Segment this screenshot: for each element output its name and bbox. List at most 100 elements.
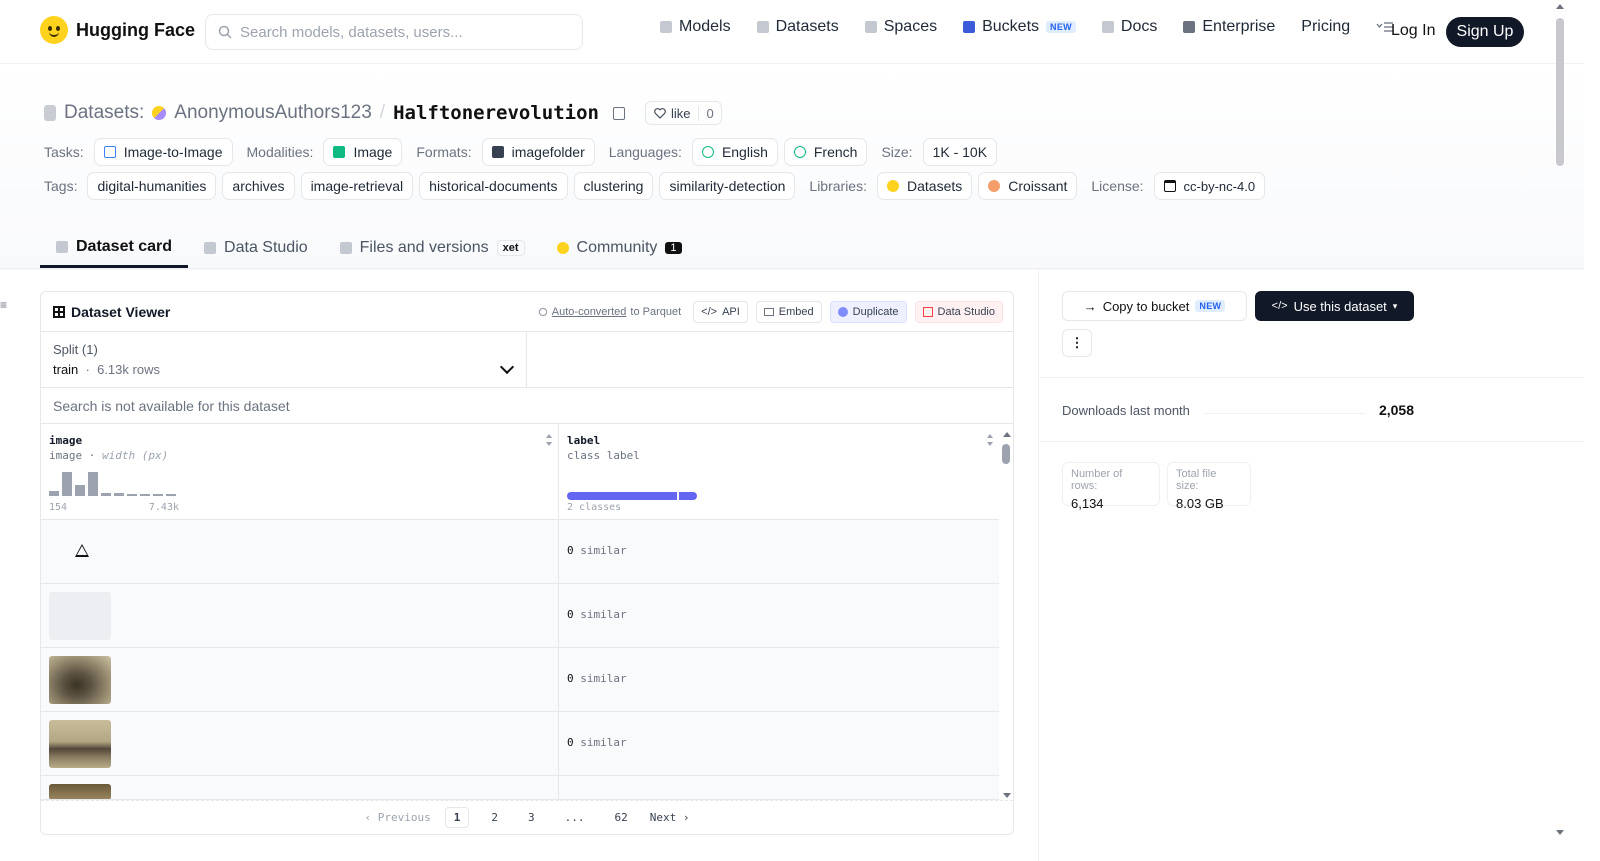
search-icon xyxy=(218,25,232,39)
tag-chip[interactable]: historical-documents xyxy=(419,172,568,200)
image-thumbnail[interactable] xyxy=(49,784,111,799)
histogram-bar[interactable] xyxy=(114,493,124,496)
scroll-down-icon[interactable] xyxy=(1003,793,1011,798)
brand-name: Hugging Face xyxy=(76,19,196,40)
library-chip-datasets[interactable]: Datasets xyxy=(877,172,973,200)
copy-icon[interactable] xyxy=(612,106,625,120)
histogram-bar[interactable] xyxy=(127,494,137,496)
repo-name[interactable]: Halftonerevolution xyxy=(393,102,599,124)
tag-chip[interactable]: clustering xyxy=(573,172,654,200)
split-rows: 6.13k rows xyxy=(97,362,160,377)
owner-link[interactable]: AnonymousAuthors123 xyxy=(174,102,372,124)
duplicate-button[interactable]: Duplicate xyxy=(829,301,907,323)
hugging-face-icon xyxy=(887,180,899,192)
column-header-label[interactable]: label class label 2 classes xyxy=(559,424,999,520)
library-chip-croissant[interactable]: Croissant xyxy=(978,172,1078,200)
nav-buckets[interactable]: Buckets NEW xyxy=(963,18,1076,36)
tag-chip[interactable]: digital-humanities xyxy=(87,172,217,200)
table-icon xyxy=(922,307,933,317)
task-chip[interactable]: Image-to-Image xyxy=(93,138,233,166)
nav-docs[interactable]: Docs xyxy=(1101,18,1157,36)
pagination: ‹ Previous 1 2 3 ... 62 Next › xyxy=(41,800,1013,834)
split-selector[interactable]: Split (1) train · 6.13k rows xyxy=(41,332,527,388)
nav-datasets[interactable]: Datasets xyxy=(756,18,839,36)
search-box[interactable] xyxy=(205,14,583,50)
histogram-bar[interactable] xyxy=(75,485,85,496)
table-row[interactable]: 0 similar xyxy=(41,648,999,712)
nav-enterprise[interactable]: Enterprise xyxy=(1183,18,1275,36)
scroll-thumb[interactable] xyxy=(1002,444,1010,464)
histogram-bar[interactable] xyxy=(49,491,59,496)
column-header-image[interactable]: image image · width (px) 154 7.43k xyxy=(41,424,559,520)
previous-page-link[interactable]: ‹ Previous xyxy=(365,811,431,824)
owner-avatar xyxy=(152,106,167,120)
more-options-button[interactable]: ⋮ xyxy=(1062,329,1092,357)
embed-button[interactable]: Embed xyxy=(755,301,822,323)
modality-chip[interactable]: Image xyxy=(323,138,403,166)
language-chip-french[interactable]: French xyxy=(783,138,868,166)
sidebar-toggle-icon[interactable]: ≡ xyxy=(0,298,7,312)
downloads-stat: Downloads last month 2,058 xyxy=(1062,402,1414,418)
table-row[interactable]: 0 similar xyxy=(41,520,999,584)
tab-data-studio[interactable]: Data Studio xyxy=(188,228,324,268)
image-thumbnail[interactable] xyxy=(49,720,111,768)
nav-spaces[interactable]: Spaces xyxy=(864,18,937,36)
page-scroll-down-icon[interactable] xyxy=(1556,830,1564,835)
histogram-bar[interactable] xyxy=(140,494,150,496)
language-chip-english[interactable]: English xyxy=(691,138,778,166)
auto-converted-link[interactable]: Auto-converted xyxy=(552,306,627,318)
copy-to-bucket-button[interactable]: → Copy to bucket NEW xyxy=(1062,291,1247,321)
api-button[interactable]: </> API xyxy=(693,301,748,323)
class-segment[interactable] xyxy=(567,492,677,500)
histogram-bar[interactable] xyxy=(153,494,163,496)
sort-icon[interactable] xyxy=(546,434,552,446)
class-segment[interactable] xyxy=(679,492,697,500)
scroll-up-icon[interactable] xyxy=(1003,432,1011,437)
models-icon xyxy=(660,21,672,33)
page-link[interactable]: 62 xyxy=(606,808,635,827)
license-chip[interactable]: cc-by-nc-4.0 xyxy=(1153,172,1266,200)
tab-files-and-versions[interactable]: Files and versions xet xyxy=(324,228,541,268)
table-row[interactable]: 0 similar xyxy=(41,584,999,648)
next-page-link[interactable]: Next › xyxy=(650,811,690,824)
image-thumbnail[interactable] xyxy=(49,656,111,704)
table-icon xyxy=(204,242,217,254)
folder-icon xyxy=(491,146,504,158)
table-row[interactable]: 0 similar xyxy=(41,712,999,776)
image-placeholder[interactable] xyxy=(49,592,111,640)
tab-dataset-card[interactable]: Dataset card xyxy=(40,228,189,268)
size-chip[interactable]: 1K - 10K xyxy=(922,138,998,166)
page-link[interactable]: 3 xyxy=(520,808,543,827)
tag-chip[interactable]: archives xyxy=(222,172,295,200)
rows-value: 6,134 xyxy=(1071,496,1104,511)
search-input[interactable] xyxy=(240,23,560,41)
parquet-note: Auto-converted to Parquet xyxy=(538,306,681,318)
histogram-bar[interactable] xyxy=(62,472,72,496)
page-scroll-up-icon[interactable] xyxy=(1556,4,1564,9)
data-studio-button[interactable]: Data Studio xyxy=(914,301,1003,323)
tab-community[interactable]: Community 1 xyxy=(541,228,698,268)
histogram-bar[interactable] xyxy=(88,472,98,496)
page-link[interactable]: 1 xyxy=(444,807,470,828)
histogram-bar[interactable] xyxy=(101,493,111,496)
login-link[interactable]: Log In xyxy=(1391,22,1435,40)
page-link[interactable]: 2 xyxy=(483,808,506,827)
tag-chip[interactable]: image-retrieval xyxy=(300,172,414,200)
like-button[interactable]: like 0 xyxy=(644,101,722,125)
page-scrollbar-thumb[interactable] xyxy=(1556,18,1564,166)
croissant-icon xyxy=(988,180,1001,192)
size-value: 8.03 GB xyxy=(1176,496,1224,511)
format-chip[interactable]: imagefolder xyxy=(481,138,595,166)
use-this-dataset-button[interactable]: </> Use this dataset ▾ xyxy=(1255,291,1414,321)
sort-icon[interactable] xyxy=(987,434,993,446)
signup-button[interactable]: Sign Up xyxy=(1446,17,1524,47)
nav-pricing[interactable]: Pricing xyxy=(1301,18,1350,36)
brand-logo[interactable]: Hugging Face xyxy=(40,16,195,44)
table-row[interactable] xyxy=(41,776,999,800)
histogram-bar[interactable] xyxy=(166,494,176,496)
viewer-scrollbar[interactable] xyxy=(1001,432,1011,798)
nav-models[interactable]: Models xyxy=(660,18,731,36)
tag-chip[interactable]: similarity-detection xyxy=(659,172,796,200)
downloads-label: Downloads last month xyxy=(1062,402,1190,418)
class-distribution-bar xyxy=(567,492,697,500)
